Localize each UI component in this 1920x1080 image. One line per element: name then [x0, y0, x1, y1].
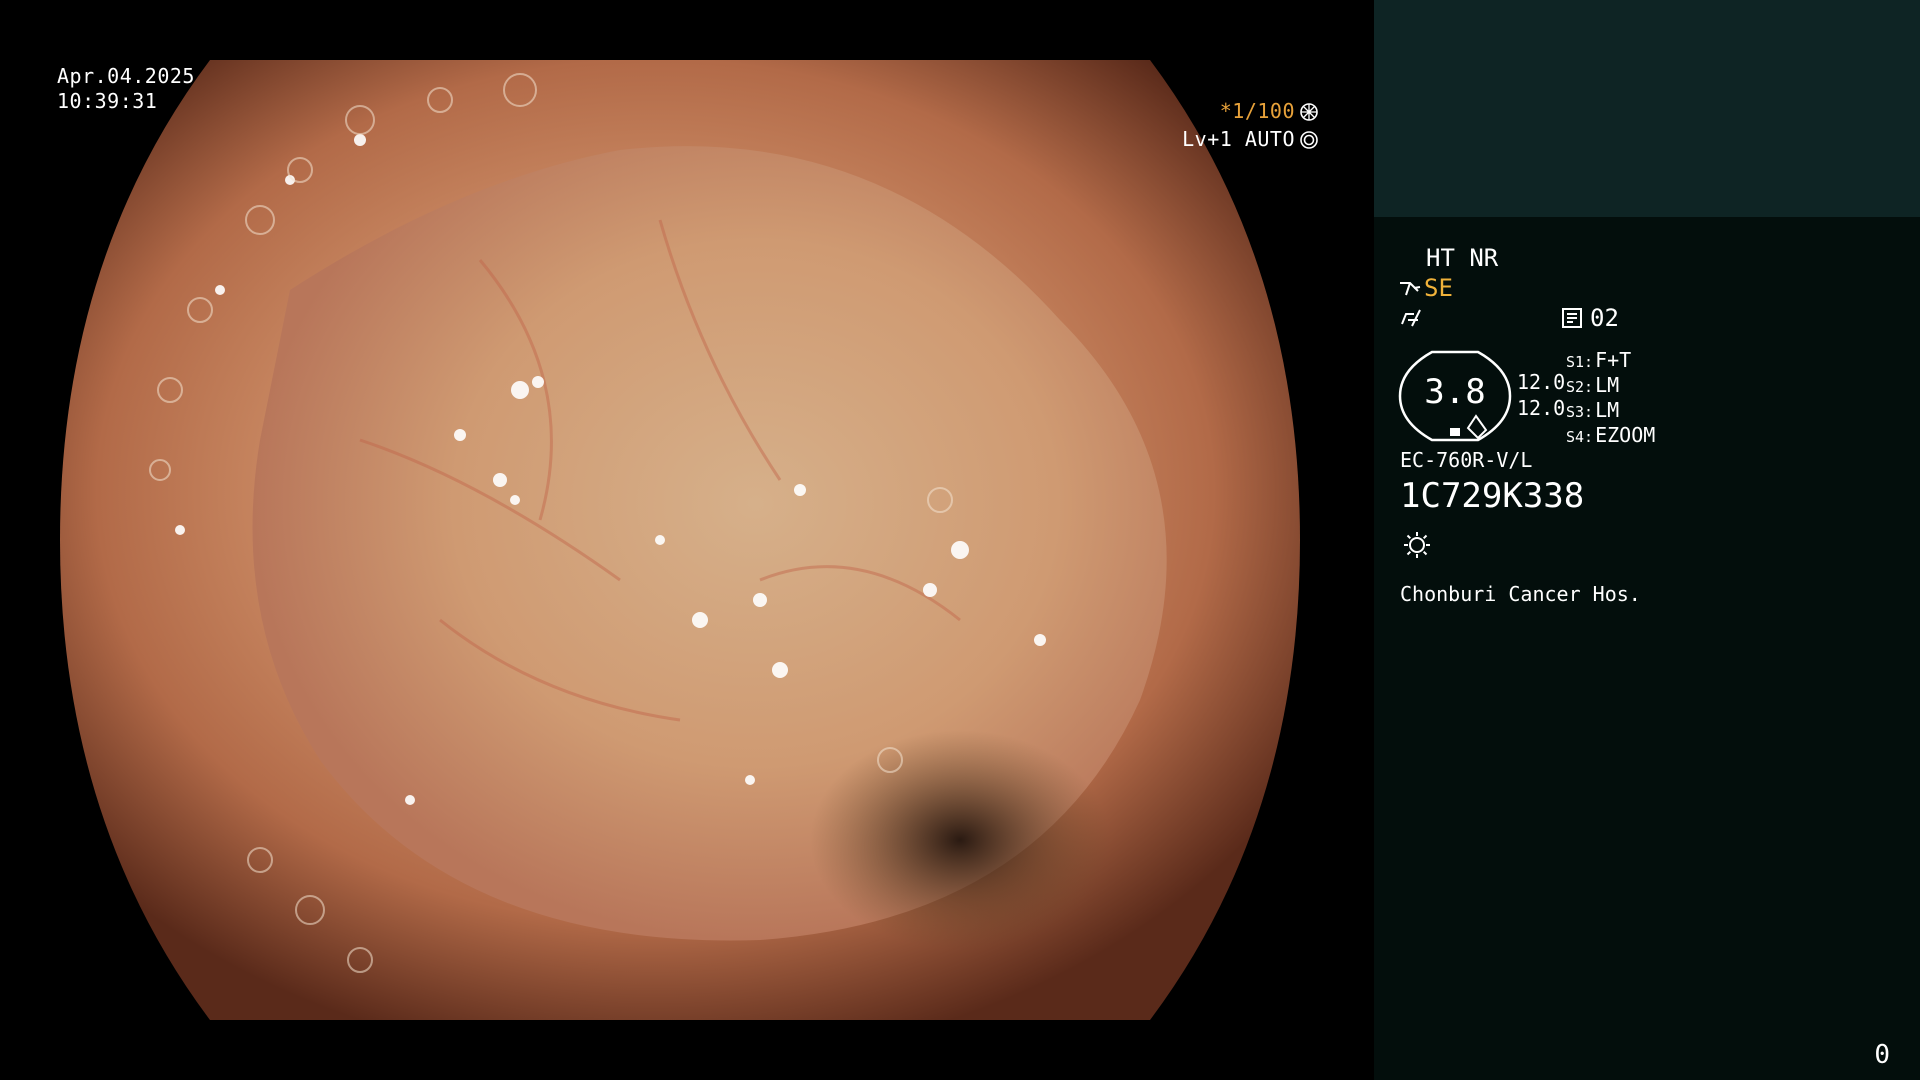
hospital-name: Chonburi Cancer Hos. [1400, 582, 1641, 606]
scope-serial: 1C729K338 [1400, 476, 1585, 516]
shutter-speed: *1/100 [1220, 99, 1319, 124]
scope-model: EC-760R-V/L [1400, 448, 1533, 472]
endoscope-view: Apr.04.2025 10:39:31 *1/100 Lv+1 AUTO [0, 0, 1374, 1080]
endoscopic-image [60, 60, 1300, 1020]
switch-2-value: LM [1595, 373, 1620, 397]
shutter-wheel-icon [1300, 102, 1318, 121]
time-display: 10:39:31 [57, 89, 158, 113]
auto-target-icon [1300, 130, 1318, 149]
status-row: 02 [1398, 304, 1658, 336]
zoom-gauge: 3.8 [1398, 350, 1512, 442]
info-panel: HT NR SE 02 3.8 12.0 12.0 S1: F+T S2: LM… [1374, 0, 1920, 1080]
zoom-gauge-value: 3.8 [1424, 372, 1486, 412]
shutter-speed-value: *1/100 [1219, 99, 1295, 123]
card-number: 02 [1560, 304, 1619, 332]
switch-3: S3: LM [1566, 398, 1619, 422]
setting-value-top: 12.0 [1517, 370, 1566, 394]
switch-3-value: LM [1595, 398, 1620, 422]
info-panel-header [1374, 0, 1920, 217]
switch-4: S4: EZOOM [1566, 423, 1655, 447]
switch-2-label: S2: [1566, 378, 1594, 396]
structure-enhancement: SE [1398, 274, 1453, 302]
switch-4-value: EZOOM [1595, 423, 1656, 447]
switch-4-label: S4: [1566, 428, 1594, 446]
card-number-value: 02 [1590, 304, 1619, 332]
brightness-level: Lv+1 AUTO [1182, 127, 1319, 152]
brightness-level-value: Lv+1 AUTO [1182, 127, 1295, 151]
switch-2: S2: LM [1566, 373, 1619, 397]
card-icon [1562, 308, 1582, 328]
date-display: Apr.04.2025 [57, 64, 195, 88]
switch-1-label: S1: [1566, 353, 1594, 371]
switch-3-label: S3: [1566, 403, 1594, 421]
cable-icon [1401, 309, 1421, 327]
switch-1: S1: F+T [1566, 348, 1631, 372]
scope-icon [1400, 282, 1421, 296]
image-mode: HT NR [1426, 244, 1499, 272]
structure-enhancement-label: SE [1424, 274, 1453, 302]
image-counter: 0 [1874, 1040, 1890, 1070]
setting-value-bottom: 12.0 [1517, 396, 1566, 420]
light-icon [1404, 532, 1430, 558]
switch-1-value: F+T [1595, 348, 1632, 372]
